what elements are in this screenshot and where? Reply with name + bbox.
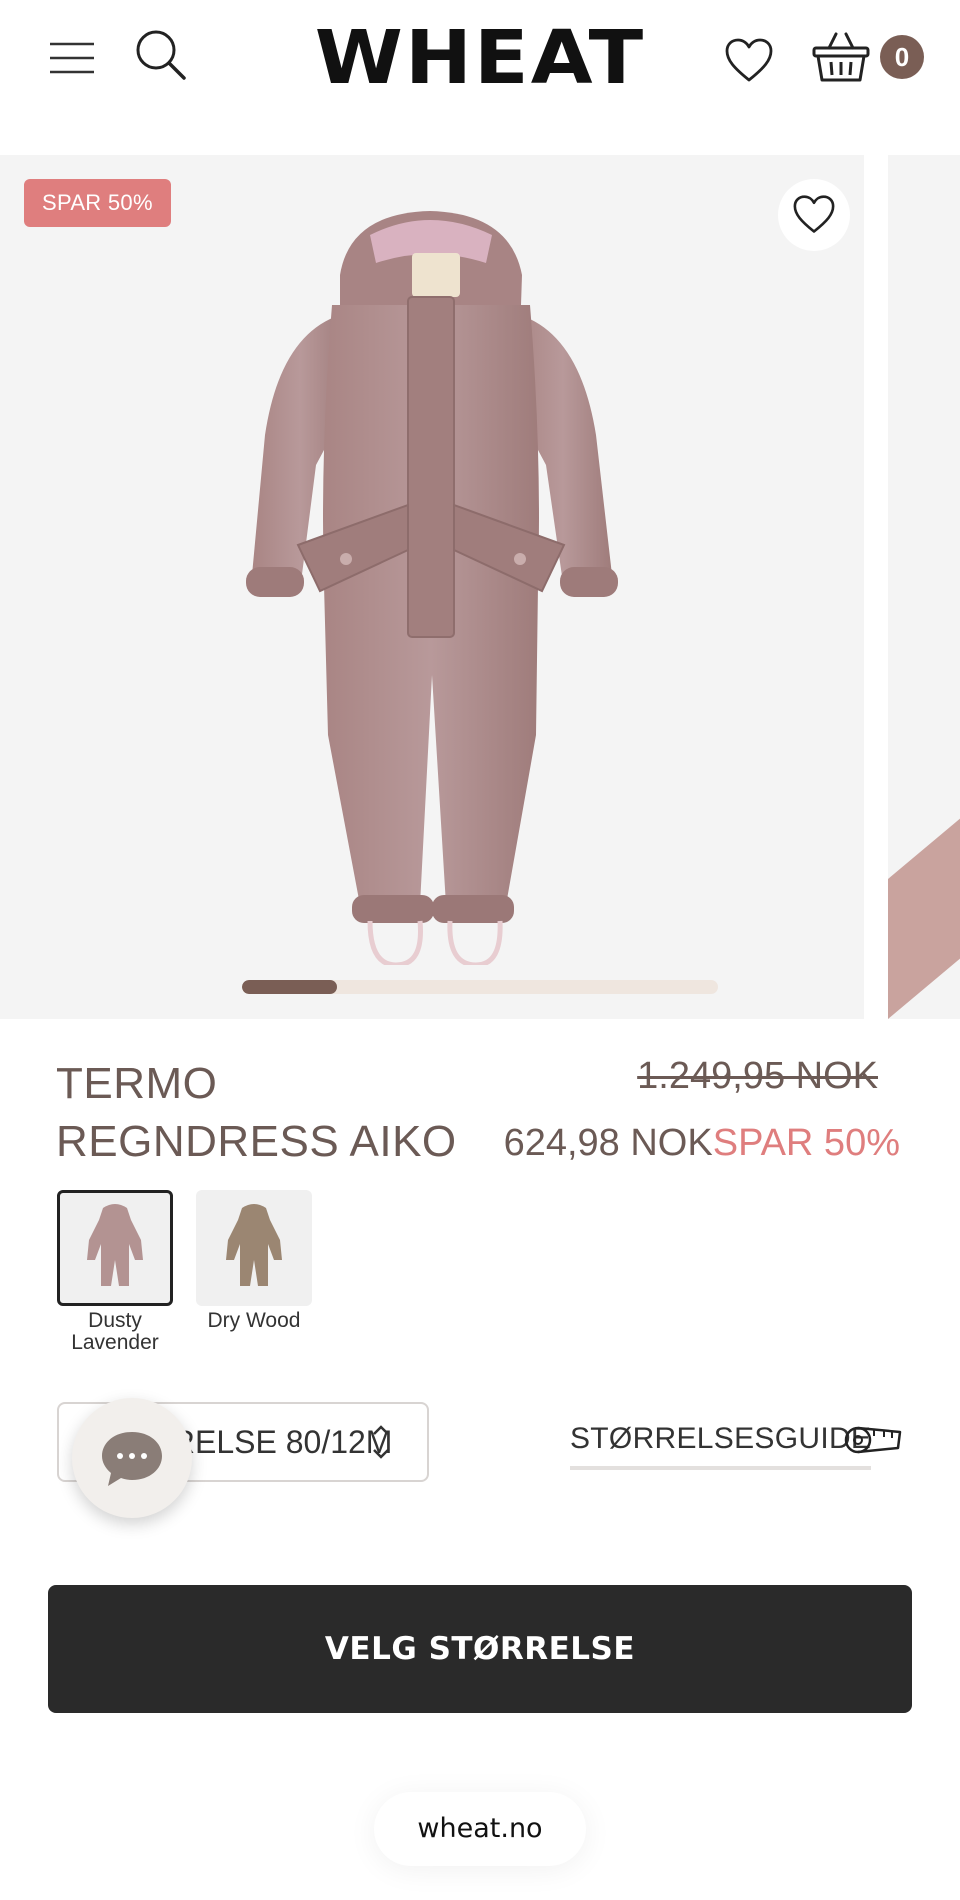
- site-logo[interactable]: WHEAT: [299, 21, 662, 95]
- original-price: 1.249,95 NOK: [637, 1055, 878, 1097]
- site-header: WHEAT 0: [0, 0, 960, 125]
- search-icon[interactable]: [134, 28, 188, 82]
- add-to-wishlist-button[interactable]: [778, 179, 850, 251]
- swatch-image: [226, 1204, 282, 1286]
- browser-url-pill[interactable]: wheat.no: [374, 1792, 586, 1866]
- sale-badge: SPAR 50%: [24, 179, 171, 227]
- chevron-up-down-icon: [373, 1425, 389, 1459]
- color-swatch-dry-wood[interactable]: [196, 1190, 312, 1306]
- size-guide-link[interactable]: STØRRELSESGUIDE: [570, 1422, 872, 1470]
- chat-button[interactable]: [72, 1398, 192, 1518]
- heart-icon[interactable]: [724, 38, 774, 84]
- basket-icon[interactable]: [812, 30, 870, 84]
- product-image-gallery[interactable]: SPAR 50%: [0, 155, 864, 1019]
- measuring-tape-icon[interactable]: [844, 1424, 904, 1456]
- select-size-button[interactable]: VELG STØRRELSE: [48, 1585, 912, 1713]
- sale-price: 624,98 NOK: [503, 1122, 713, 1164]
- next-image-preview[interactable]: [888, 155, 960, 1019]
- heart-icon: [793, 195, 835, 233]
- price-discount-label: SPAR 50%: [712, 1122, 900, 1164]
- next-image-fragment: [888, 778, 960, 1019]
- current-price: 624,98 NOKSPAR 50%: [504, 1122, 900, 1165]
- chat-icon: [102, 1432, 162, 1486]
- color-swatch-dusty-lavender[interactable]: [57, 1190, 173, 1306]
- product-image-rain-suit: [246, 211, 618, 965]
- swatch-image: [87, 1204, 143, 1286]
- menu-icon[interactable]: [48, 36, 96, 80]
- gallery-progress-fill: [242, 980, 338, 994]
- swatch-label: Dry Wood: [207, 1309, 301, 1332]
- swatch-label: Dusty Lavender: [71, 1309, 159, 1354]
- gallery-progress-bar: [242, 980, 718, 994]
- cart-count-badge[interactable]: 0: [880, 35, 924, 79]
- product-title: TERMO REGNDRESS AIKO: [56, 1059, 457, 1166]
